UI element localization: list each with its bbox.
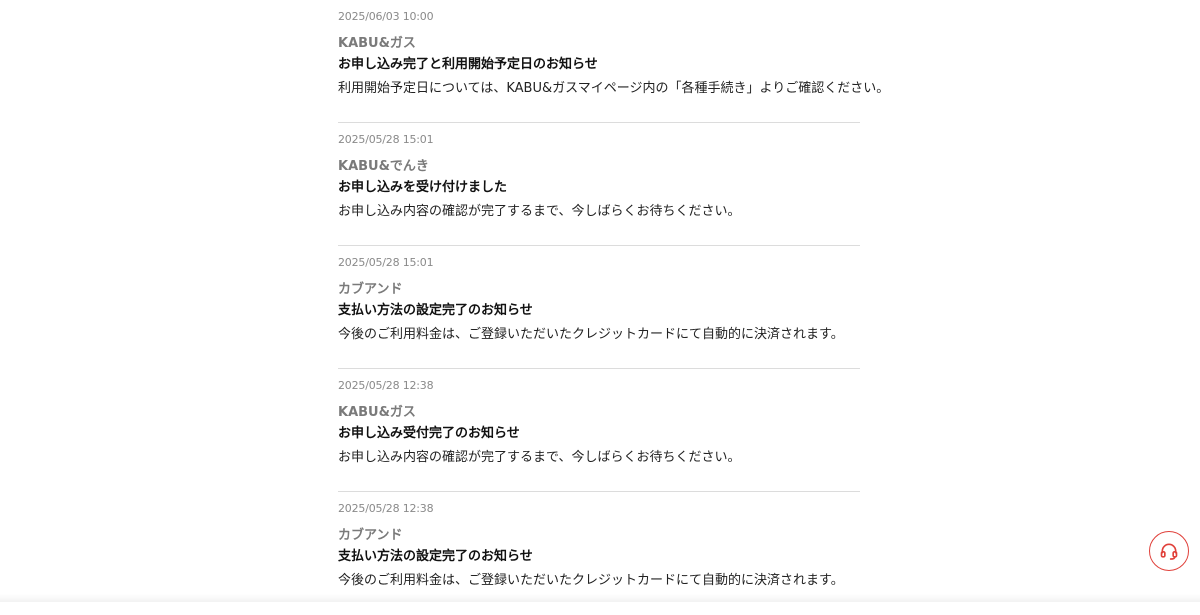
notice-title[interactable]: お申し込みを受け付けました [338, 176, 507, 195]
notice-sender: KABU&ガス [338, 32, 416, 51]
notice-date: 2025/05/28 15:01 [338, 133, 433, 146]
notice-title[interactable]: 支払い方法の設定完了のお知らせ [338, 545, 533, 564]
notice-item[interactable]: 2025/05/28 15:01 カブアンド 支払い方法の設定完了のお知らせ 今… [338, 246, 860, 369]
notice-sender: カブアンド [338, 524, 402, 543]
notice-body: 今後のご利用料金は、ご登録いただいたクレジットカードにて自動的に決済されます。 [338, 323, 844, 342]
headset-icon [1159, 541, 1179, 561]
bottom-shadow [0, 594, 1200, 602]
notice-body: お申し込み内容の確認が完了するまで、今しばらくお待ちください。 [338, 446, 740, 465]
notice-date: 2025/05/28 12:38 [338, 502, 433, 515]
notice-date: 2025/06/03 10:00 [338, 10, 433, 23]
notice-title[interactable]: お申し込み受付完了のお知らせ [338, 422, 520, 441]
notice-title[interactable]: お申し込み完了と利用開始予定日のお知らせ [338, 53, 598, 72]
notice-sender: カブアンド [338, 278, 402, 297]
notice-body: 今後のご利用料金は、ご登録いただいたクレジットカードにて自動的に決済されます。 [338, 569, 844, 588]
notice-date: 2025/05/28 15:01 [338, 256, 433, 269]
notice-title[interactable]: 支払い方法の設定完了のお知らせ [338, 299, 533, 318]
notice-body: 利用開始予定日については、KABU&ガスマイページ内の「各種手続き」よりご確認く… [338, 77, 889, 96]
notice-item[interactable]: 2025/05/28 15:01 KABU&でんき お申し込みを受け付けました … [338, 123, 860, 246]
notice-item[interactable]: 2025/05/28 12:38 KABU&ガス お申し込み受付完了のお知らせ … [338, 369, 860, 492]
notice-body: お申し込み内容の確認が完了するまで、今しばらくお待ちください。 [338, 200, 740, 219]
notice-item[interactable]: 2025/06/03 10:00 KABU&ガス お申し込み完了と利用開始予定日… [338, 0, 860, 123]
notice-sender: KABU&でんき [338, 155, 429, 174]
notice-list: 2025/06/03 10:00 KABU&ガス お申し込み完了と利用開始予定日… [338, 0, 860, 615]
notice-sender: KABU&ガス [338, 401, 416, 420]
support-button[interactable] [1149, 531, 1189, 571]
notice-date: 2025/05/28 12:38 [338, 379, 433, 392]
